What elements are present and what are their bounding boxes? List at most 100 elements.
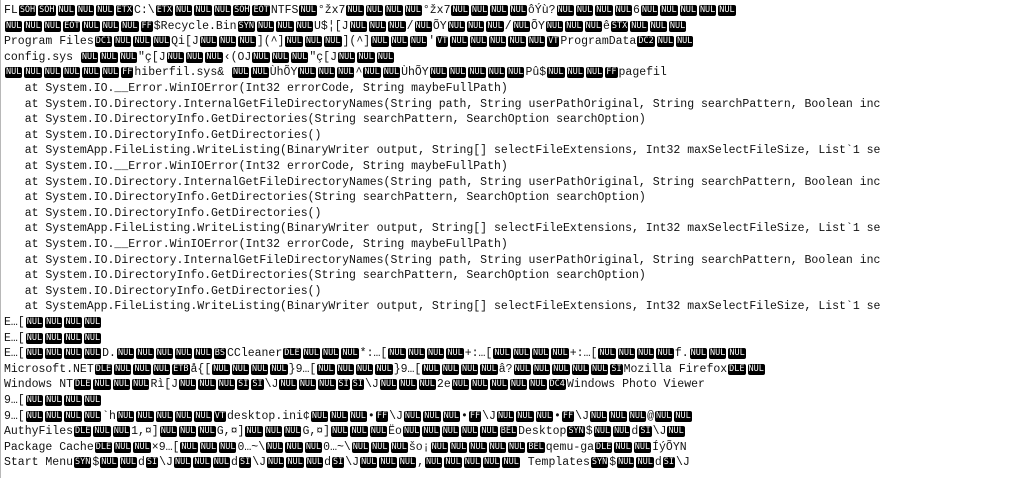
- control-char-box: NUL: [45, 332, 63, 344]
- control-char-box: NUL: [198, 379, 216, 391]
- control-char-box: NUL: [508, 36, 526, 48]
- control-char-box: NUL: [463, 457, 482, 469]
- control-char-box: NUL: [660, 5, 678, 16]
- dump-line: Package Cache DLE NUL NUL ×9…[NUL NUL NUL 0…~\ N…: [4, 440, 1015, 455]
- control-char-box: NUL: [486, 20, 504, 32]
- dump-text: at System.IO.DirectoryInfo.GetDirectorie…: [4, 128, 322, 142]
- control-char-box: NUL: [232, 67, 250, 79]
- dump-line: E…[NUL NUL NUL NUL: [4, 315, 1015, 330]
- dump-text: }9…[: [288, 362, 317, 376]
- control-char-box: NUL: [640, 5, 659, 16]
- dump-text: E…[: [4, 316, 25, 329]
- control-char-box: DLE: [94, 363, 113, 375]
- control-char-box: FF: [468, 410, 482, 422]
- dump-text: ÕY: [432, 19, 447, 33]
- control-char-box: NUL: [409, 36, 428, 48]
- control-char-box: DLE: [94, 441, 113, 453]
- dump-text: C:\: [133, 4, 155, 17]
- control-char-box: NUL: [747, 363, 765, 375]
- dump-text: ê: [602, 19, 610, 33]
- control-char-box: NUL: [598, 348, 616, 360]
- control-char-box: NUL: [552, 363, 570, 375]
- control-char-box: NUL: [82, 67, 100, 79]
- dump-text: ÙhÕY: [401, 66, 429, 80]
- control-char-box: NUL: [676, 36, 694, 48]
- control-char-box: NUL: [45, 348, 63, 360]
- control-char-box: NUL: [175, 348, 193, 360]
- control-char-box: NUL: [180, 441, 198, 453]
- control-char-box: NUL: [299, 5, 317, 16]
- control-char-box: NUL: [708, 348, 727, 360]
- control-char-box: NUL: [371, 441, 389, 453]
- control-char-box: NUL: [25, 348, 44, 360]
- dump-text: d: [231, 456, 238, 470]
- dump-text: 6: [632, 4, 640, 17]
- control-char-box: NUL: [199, 441, 218, 453]
- control-char-box: NUL: [512, 348, 531, 360]
- dump-text: CCleaner: [227, 347, 283, 361]
- control-char-box: NUL: [305, 457, 324, 469]
- control-char-box: NUL: [382, 67, 401, 79]
- control-char-box: NUL: [502, 457, 520, 469]
- dump-text: \J: [264, 378, 279, 392]
- dump-text: d: [631, 425, 639, 439]
- control-char-box: NUL: [64, 395, 82, 406]
- dump-text: E…[: [4, 331, 25, 345]
- dump-text: Start Menu: [4, 456, 74, 470]
- control-char-box: NUL: [276, 20, 294, 32]
- control-char-box: NUL: [418, 379, 436, 391]
- dump-text: at System.IO.__Error.WinIOError(Int32 er…: [4, 160, 508, 173]
- dump-text: E…[: [4, 347, 25, 361]
- dump-text: at SystemApp.FileListing.WriteListing(Bi…: [4, 300, 881, 314]
- dump-text: at System.IO.Directory.InternalGetFileDi…: [4, 175, 881, 189]
- control-char-box: NUL: [617, 348, 636, 360]
- control-char-box: NUL: [25, 395, 44, 406]
- control-char-box: NUL: [133, 441, 151, 453]
- control-char-box: NUL: [368, 20, 387, 32]
- control-char-box: NUL: [429, 67, 448, 79]
- control-char-box: NUL: [357, 51, 375, 63]
- control-char-box: NUL: [155, 348, 174, 360]
- control-char-box: NUL: [175, 410, 193, 422]
- dump-text: \J: [676, 456, 690, 470]
- control-char-box: SYN: [567, 426, 585, 438]
- control-char-box: NUL: [385, 5, 403, 16]
- control-char-box: NUL: [25, 332, 44, 344]
- control-char-box: NUL: [205, 51, 223, 63]
- control-char-box: NUL: [64, 317, 82, 328]
- control-char-box: NUL: [593, 426, 612, 438]
- dump-text: °žx7: [317, 4, 346, 17]
- control-char-box: NUL: [64, 410, 82, 422]
- control-char-box: NUL: [527, 36, 546, 48]
- dump-line: FL SOH SOH NUL NUL NUL ETX C:\ ETX NUL NUL NUL SOH EO…: [4, 3, 1015, 18]
- control-char-box: NUL: [461, 363, 479, 375]
- dump-text: 0…~\: [323, 440, 351, 454]
- control-char-box: NUL: [471, 379, 489, 391]
- control-char-box: NUL: [284, 426, 302, 438]
- control-char-box: NUL: [469, 441, 487, 453]
- control-char-box: SYN: [237, 20, 255, 32]
- dump-line: at System.IO.DirectoryInfo.GetDirectorie…: [4, 284, 1015, 299]
- dump-text: FL: [4, 4, 18, 17]
- dump-line: NUL NUL NUL NUL NUL NUL FF hiberfil.sys& NUL NUL…: [4, 65, 1015, 80]
- control-char-box: NUL: [351, 441, 370, 453]
- control-char-box: NUL: [82, 20, 100, 32]
- dump-text: ^: [355, 66, 363, 80]
- control-char-box: NUL: [25, 410, 44, 422]
- control-char-box: SOH: [38, 5, 56, 16]
- control-char-box: NUL: [349, 20, 367, 32]
- dump-text: /: [504, 19, 512, 33]
- dump-text: pagefil: [618, 66, 667, 80]
- control-char-box: NUL: [404, 5, 422, 16]
- dump-text: â?: [498, 362, 513, 376]
- control-char-box: NUL: [112, 426, 131, 438]
- control-char-box: NUL: [337, 67, 355, 79]
- binary-text-viewer[interactable]: FL SOH SOH NUL NUL NUL ETX C:\ ETX NUL NUL NUL SOH EO…: [0, 0, 1015, 478]
- control-char-box: NUL: [266, 441, 284, 453]
- control-char-box: NUL: [636, 457, 654, 469]
- dump-text: at SystemApp.FileListing.WriteListing(Bi…: [4, 144, 881, 158]
- control-char-box: ETX: [115, 5, 133, 16]
- dump-text: d: [654, 456, 662, 470]
- control-char-box: NUL: [613, 426, 631, 438]
- dump-text: Rì[J: [150, 378, 179, 392]
